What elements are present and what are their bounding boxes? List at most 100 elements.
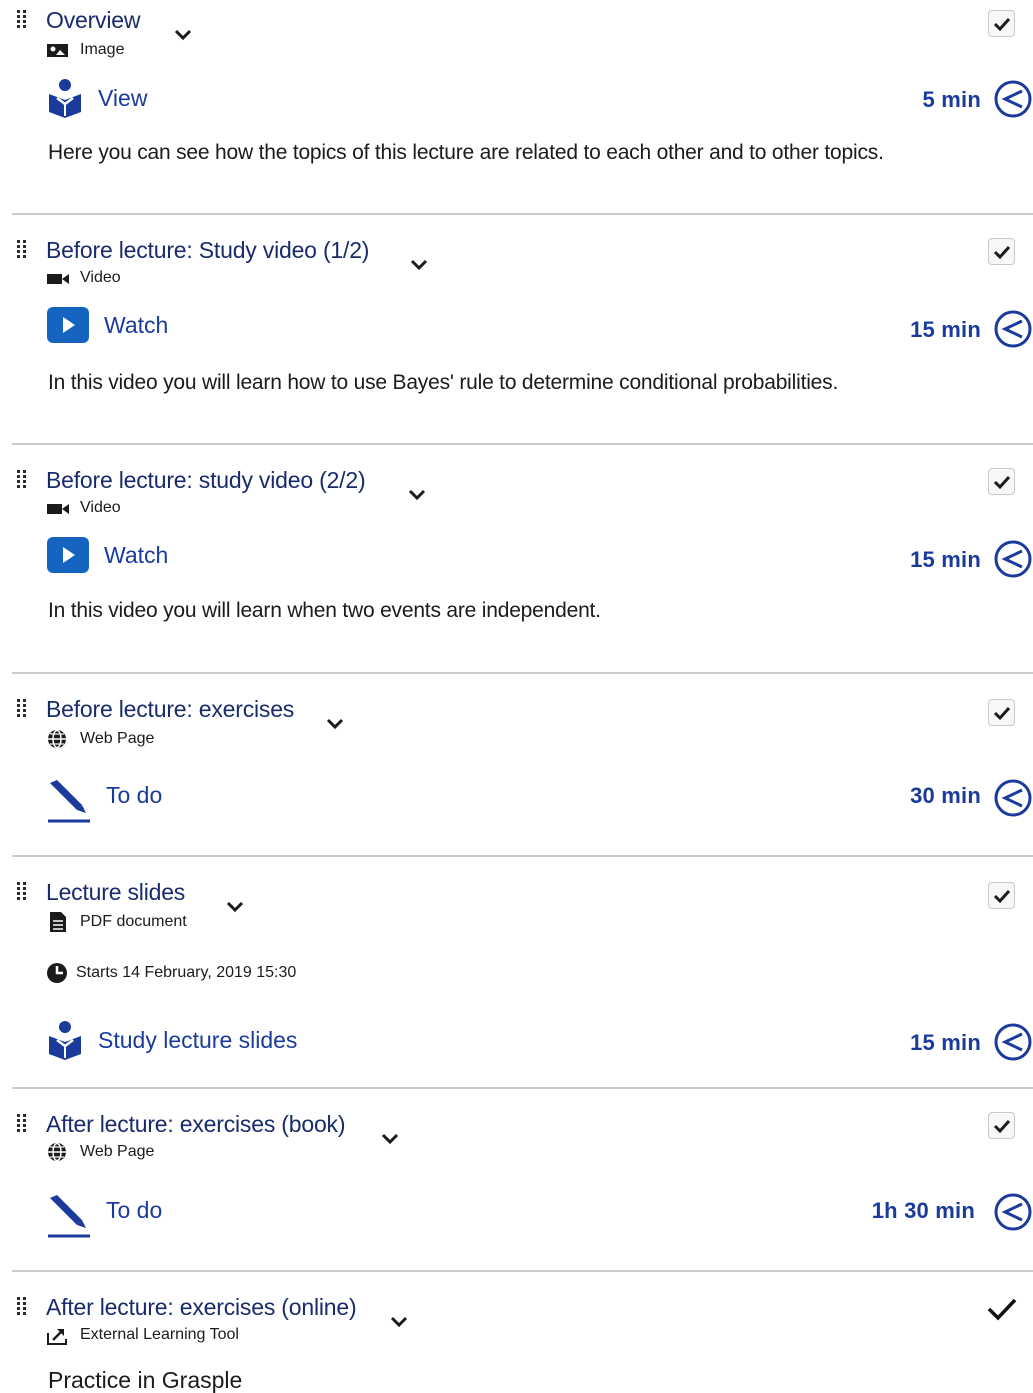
chevron-down-icon[interactable] — [173, 28, 193, 42]
activity-title[interactable]: After lecture: exercises (book) — [46, 1111, 346, 1138]
divider — [12, 855, 1033, 857]
check-icon — [993, 245, 1010, 259]
drag-handle-icon[interactable] — [17, 1114, 27, 1134]
document-icon — [50, 912, 66, 932]
divider — [12, 213, 1033, 215]
check-icon — [993, 706, 1010, 720]
todo-label: To do — [106, 781, 163, 808]
activity-title[interactable]: Overview — [46, 7, 140, 34]
external-tool-link[interactable]: Practice in Grasple — [48, 1367, 242, 1393]
chevron-down-icon[interactable] — [407, 488, 427, 502]
play-icon — [47, 537, 89, 573]
start-date: Starts 14 February, 2019 15:30 — [46, 962, 296, 984]
chevron-down-icon[interactable] — [325, 717, 345, 731]
activity-title[interactable]: Lecture slides — [46, 879, 185, 906]
todo-link[interactable]: To do — [46, 779, 162, 825]
duration-label: 15 min — [910, 1030, 981, 1055]
chevron-down-icon[interactable] — [389, 1315, 409, 1329]
study-slides-link[interactable]: Study lecture slides — [46, 1020, 297, 1060]
check-icon — [987, 1298, 1017, 1321]
globe-icon — [48, 1142, 66, 1162]
clock-icon — [994, 779, 1032, 817]
check-icon — [993, 475, 1010, 489]
globe-icon — [48, 729, 66, 749]
play-icon — [47, 307, 89, 343]
activity-type: Web Page — [46, 729, 154, 749]
activity-description: Here you can see how the topics of this … — [48, 141, 884, 164]
duration-label: 1h 30 min — [871, 1198, 975, 1223]
drag-handle-icon[interactable] — [17, 240, 27, 260]
activity-type-label: Image — [80, 41, 125, 58]
todo-link[interactable]: To do — [46, 1194, 162, 1240]
pen-icon — [48, 1195, 90, 1238]
duration-label: 5 min — [922, 87, 981, 112]
watch-link[interactable]: Watch — [46, 536, 168, 574]
drag-handle-icon[interactable] — [17, 10, 27, 30]
completion-checkbox[interactable] — [988, 882, 1015, 909]
clock-icon — [994, 310, 1032, 348]
activity-type-label: Video — [80, 499, 121, 516]
external-tool-icon — [47, 1329, 67, 1345]
activity-description: In this video you will learn how to use … — [48, 371, 839, 394]
divider — [12, 1270, 1033, 1272]
drag-handle-icon[interactable] — [17, 699, 27, 719]
video-camera-icon — [47, 504, 69, 514]
start-date-label: Starts 14 February, 2019 15:30 — [76, 964, 297, 981]
completion-checkbox[interactable] — [986, 1295, 1018, 1323]
clock-icon — [994, 540, 1032, 578]
clock-icon — [994, 1193, 1032, 1231]
activity-type-label: External Learning Tool — [80, 1326, 239, 1343]
completion-checkbox[interactable] — [988, 699, 1015, 726]
activity-type: Video — [46, 498, 121, 518]
check-icon — [993, 17, 1010, 31]
watch-label: Watch — [104, 541, 169, 568]
activity-type: External Learning Tool — [46, 1325, 239, 1345]
divider — [12, 443, 1033, 445]
chevron-down-icon[interactable] — [380, 1132, 400, 1146]
drag-handle-icon[interactable] — [17, 882, 27, 902]
chevron-down-icon[interactable] — [225, 900, 245, 914]
activity-type: PDF document — [46, 912, 187, 932]
view-label: View — [98, 84, 148, 111]
clock-icon — [994, 1023, 1032, 1061]
clock-icon — [994, 80, 1032, 118]
view-link[interactable]: View — [46, 78, 147, 118]
completion-checkbox[interactable] — [988, 238, 1015, 265]
reader-icon — [49, 79, 81, 118]
video-camera-icon — [47, 274, 69, 284]
completion-checkbox[interactable] — [988, 1112, 1015, 1139]
chevron-down-icon[interactable] — [409, 258, 429, 272]
drag-handle-icon[interactable] — [17, 470, 27, 490]
pen-icon — [48, 780, 90, 823]
duration-label: 15 min — [910, 317, 981, 342]
activity-type: Web Page — [46, 1142, 154, 1162]
activity-description: In this video you will learn when two ev… — [48, 599, 601, 622]
clock-filled-icon — [47, 963, 67, 983]
image-icon — [47, 44, 68, 57]
activity-title[interactable]: Before lecture: study video (2/2) — [46, 467, 366, 494]
activity-type-label: PDF document — [80, 913, 187, 930]
drag-handle-icon[interactable] — [17, 1297, 27, 1317]
activity-title[interactable]: After lecture: exercises (online) — [46, 1294, 357, 1321]
check-icon — [993, 889, 1010, 903]
check-icon — [993, 1119, 1010, 1133]
completion-checkbox[interactable] — [988, 468, 1015, 495]
activity-title[interactable]: Before lecture: Study video (1/2) — [46, 237, 369, 264]
duration-label: 30 min — [910, 783, 981, 808]
activity-type: Video — [46, 268, 121, 288]
duration-label: 15 min — [910, 547, 981, 572]
activity-list: Overview Image View 5 min Here you can s… — [0, 0, 1033, 1393]
completion-checkbox[interactable] — [988, 10, 1015, 37]
activity-type-label: Web Page — [80, 1143, 155, 1160]
activity-title[interactable]: Before lecture: exercises — [46, 696, 294, 723]
activity-type-label: Web Page — [80, 730, 155, 747]
divider — [12, 672, 1033, 674]
reader-icon — [49, 1021, 81, 1060]
watch-link[interactable]: Watch — [46, 306, 168, 344]
activity-type: Image — [46, 40, 124, 60]
divider — [12, 1087, 1033, 1089]
study-slides-label: Study lecture slides — [98, 1026, 298, 1053]
activity-type-label: Video — [80, 269, 121, 286]
todo-label: To do — [106, 1196, 163, 1223]
watch-label: Watch — [104, 311, 169, 338]
